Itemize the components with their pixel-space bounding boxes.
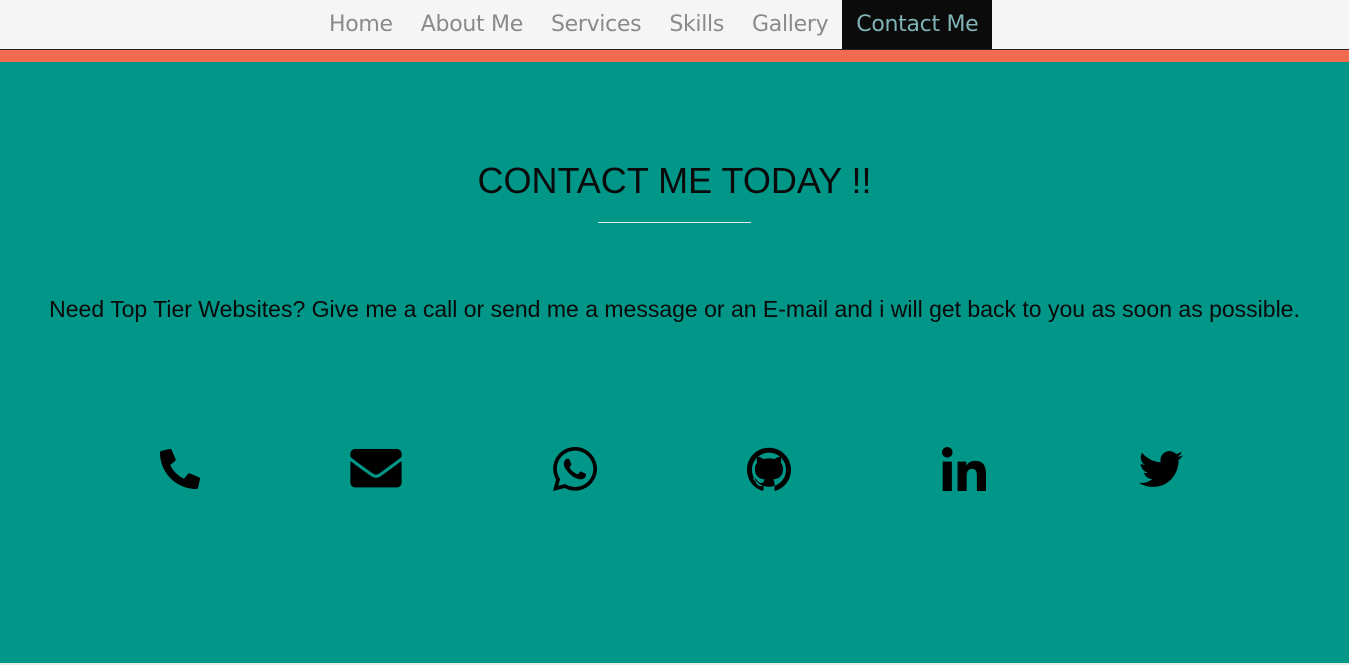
contact-message: Need Top Tier Websites? Give me a call o… [49, 296, 1300, 322]
nav-item-gallery[interactable]: Gallery [738, 0, 842, 49]
nav-item-home[interactable]: Home [315, 0, 407, 49]
whatsapp-icon[interactable] [548, 446, 602, 492]
envelope-icon[interactable] [349, 446, 403, 492]
nav-item-about-me[interactable]: About Me [407, 0, 537, 49]
title-divider [598, 222, 751, 223]
linkedin-icon-graphic [942, 447, 986, 491]
github-icon[interactable] [742, 446, 796, 492]
section-title: CONTACT ME TODAY !! [477, 160, 872, 201]
nav-item-skills[interactable]: Skills [655, 0, 738, 49]
twitter-icon[interactable] [1134, 446, 1188, 492]
contact-icons [0, 446, 1349, 496]
contact-section: CONTACT ME TODAY !! Need Top Tier Websit… [0, 62, 1349, 665]
twitter-icon-graphic [1139, 451, 1183, 487]
nav-item-services[interactable]: Services [537, 0, 655, 49]
top-navbar: Home About Me Services Skills Gallery Co… [0, 0, 1349, 50]
phone-icon[interactable] [153, 446, 207, 492]
accent-bar [0, 50, 1349, 62]
whatsapp-icon-graphic [553, 447, 597, 491]
github-icon-graphic [747, 447, 791, 491]
phone-icon-graphic [160, 449, 200, 489]
linkedin-icon[interactable] [937, 446, 991, 492]
envelope-icon-graphic [350, 449, 402, 488]
nav-item-contact-me[interactable]: Contact Me [842, 0, 993, 49]
nav-menu: Home About Me Services Skills Gallery Co… [315, 0, 993, 49]
